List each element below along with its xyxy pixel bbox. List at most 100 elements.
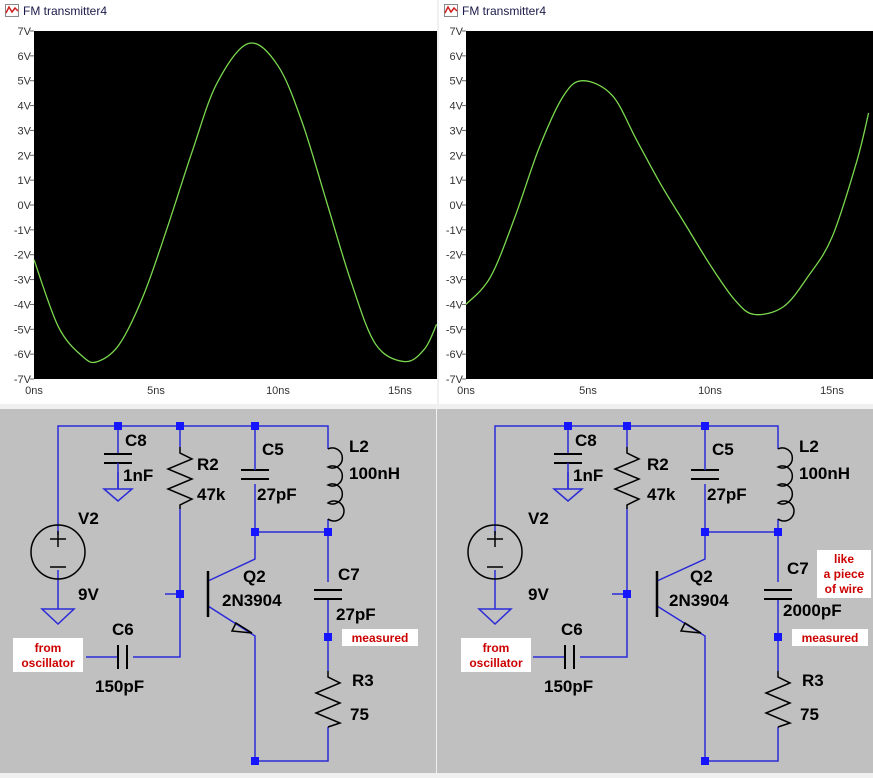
c7-capacitor	[764, 589, 792, 600]
y-tick-label: -6V	[446, 349, 464, 361]
y-tick-label: 7V	[450, 26, 464, 38]
window-titlebar[interactable]: FM transmitter4	[439, 0, 873, 23]
x-tick-label: 5ns	[147, 385, 165, 397]
y-tick-label: -1V	[446, 225, 464, 237]
y-tick-label: 1V	[18, 175, 32, 187]
y-tick-label: 2V	[18, 150, 32, 162]
r3-value: 75	[800, 705, 819, 724]
from-oscillator-label: from	[35, 641, 62, 655]
r2-value: 47k	[647, 485, 676, 504]
y-tick-label: -4V	[446, 299, 464, 311]
c8-capacitor	[554, 453, 582, 464]
wire-note-line3: of wire	[825, 582, 864, 596]
c5-value: 27pF	[257, 485, 297, 504]
c6-value: 150pF	[95, 677, 144, 696]
y-tick-label: 5V	[18, 76, 32, 88]
q2-value: 2N3904	[222, 591, 282, 610]
r3-resistor	[764, 671, 793, 728]
q2-value: 2N3904	[669, 591, 729, 610]
measured-label: measured	[352, 631, 409, 645]
r3-label: R3	[802, 671, 824, 690]
c7-value: 2000pF	[783, 601, 842, 620]
c8-label: C8	[125, 431, 147, 450]
q2-label: Q2	[690, 567, 713, 586]
r3-label: R3	[352, 671, 374, 690]
r3-value: 75	[350, 705, 369, 724]
wire-note-line1: like	[834, 552, 854, 566]
c5-label: C5	[712, 440, 734, 459]
window-title: FM transmitter4	[23, 4, 108, 18]
c6-label: C6	[561, 620, 583, 639]
y-tick-label: 0V	[450, 200, 464, 212]
r2-resistor	[166, 447, 194, 509]
waveform-window-left[interactable]: FM transmitter4 7V 6V 5V 4V 3V 2V 1V 0V -1V -2V -3…	[0, 0, 437, 404]
ground-symbol	[101, 488, 135, 502]
waveform-app-icon	[5, 4, 19, 17]
x-tick-label: 5ns	[579, 385, 597, 397]
y-tick-label: 5V	[450, 76, 464, 88]
y-tick-label: -3V	[446, 275, 464, 287]
y-tick-label: 6V	[450, 51, 464, 63]
x-tick-label: 10ns	[266, 385, 290, 397]
plot-background	[34, 31, 437, 379]
window-title: FM transmitter4	[462, 4, 547, 18]
l2-value: 100nH	[349, 464, 400, 483]
waveform-plot[interactable]: 7V6V5V4V3V2V1V0V-1V-2V-3V-4V-5V-6V-7V0ns…	[0, 22, 437, 404]
l2-inductor	[776, 447, 795, 522]
ground-symbol	[551, 488, 585, 502]
r3-resistor	[314, 671, 343, 728]
schematic-right[interactable]: C8 1nF R2 47k C5 27pF L2 100nH V2 9V Q2 …	[437, 409, 873, 773]
x-tick-label: 15ns	[388, 385, 412, 397]
y-tick-label: -2V	[446, 250, 464, 262]
from-oscillator-label: from	[483, 641, 510, 655]
y-tick-label: -2V	[14, 250, 32, 262]
v2-value: 9V	[528, 585, 549, 604]
l2-value: 100nH	[799, 464, 850, 483]
waveform-plot[interactable]: 7V6V5V4V3V2V1V0V-1V-2V-3V-4V-5V-6V-7V0ns…	[439, 22, 873, 404]
c7-label: C7	[338, 565, 360, 584]
v2-label: V2	[528, 509, 549, 528]
measured-label: measured	[802, 631, 859, 645]
waveform-app-icon	[444, 4, 458, 17]
l2-label: L2	[349, 437, 369, 456]
c8-capacitor	[104, 453, 132, 464]
y-tick-label: 4V	[18, 101, 32, 113]
c5-value: 27pF	[707, 485, 747, 504]
y-tick-label: -1V	[14, 225, 32, 237]
y-tick-label: -4V	[14, 299, 32, 311]
plot-background	[466, 31, 873, 379]
window-titlebar[interactable]: FM transmitter4	[0, 0, 437, 23]
y-tick-label: -6V	[14, 349, 32, 361]
y-tick-label: -3V	[14, 275, 32, 287]
x-tick-label: 0ns	[457, 385, 475, 397]
l2-inductor	[326, 447, 345, 522]
schematic-left[interactable]: C8 1nF R2 47k C5 27pF L2 100nH V2 9V Q2 …	[0, 409, 436, 773]
x-tick-label: 15ns	[820, 385, 844, 397]
y-tick-label: 3V	[450, 125, 464, 137]
c7-value: 27pF	[336, 605, 376, 624]
y-tick-label: 1V	[450, 175, 464, 187]
waveform-window-right[interactable]: FM transmitter4 7V 6V 5V 4V 3V 2V 1V 0V -1V -2V -3…	[439, 0, 873, 404]
wire-note-line2: a piece	[824, 567, 865, 581]
c6-label: C6	[112, 620, 134, 639]
y-tick-label: 0V	[18, 200, 32, 212]
c7-label: C7	[787, 559, 809, 578]
y-tick-label: 4V	[450, 101, 464, 113]
y-tick-label: -5V	[14, 324, 32, 336]
r2-resistor	[613, 447, 641, 509]
y-tick-label: 7V	[18, 26, 32, 38]
y-tick-label: 6V	[18, 51, 32, 63]
c5-capacitor	[241, 469, 269, 480]
c8-value: 1nF	[123, 466, 153, 485]
c5-label: C5	[262, 440, 284, 459]
l2-label: L2	[799, 437, 819, 456]
x-tick-label: 0ns	[25, 385, 43, 397]
c6-value: 150pF	[544, 677, 593, 696]
r2-label: R2	[647, 455, 669, 474]
y-tick-label: 2V	[450, 150, 464, 162]
c8-value: 1nF	[573, 466, 603, 485]
x-tick-label: 10ns	[698, 385, 722, 397]
q2-label: Q2	[243, 567, 266, 586]
v2-value: 9V	[78, 585, 99, 604]
c5-capacitor	[691, 469, 719, 480]
